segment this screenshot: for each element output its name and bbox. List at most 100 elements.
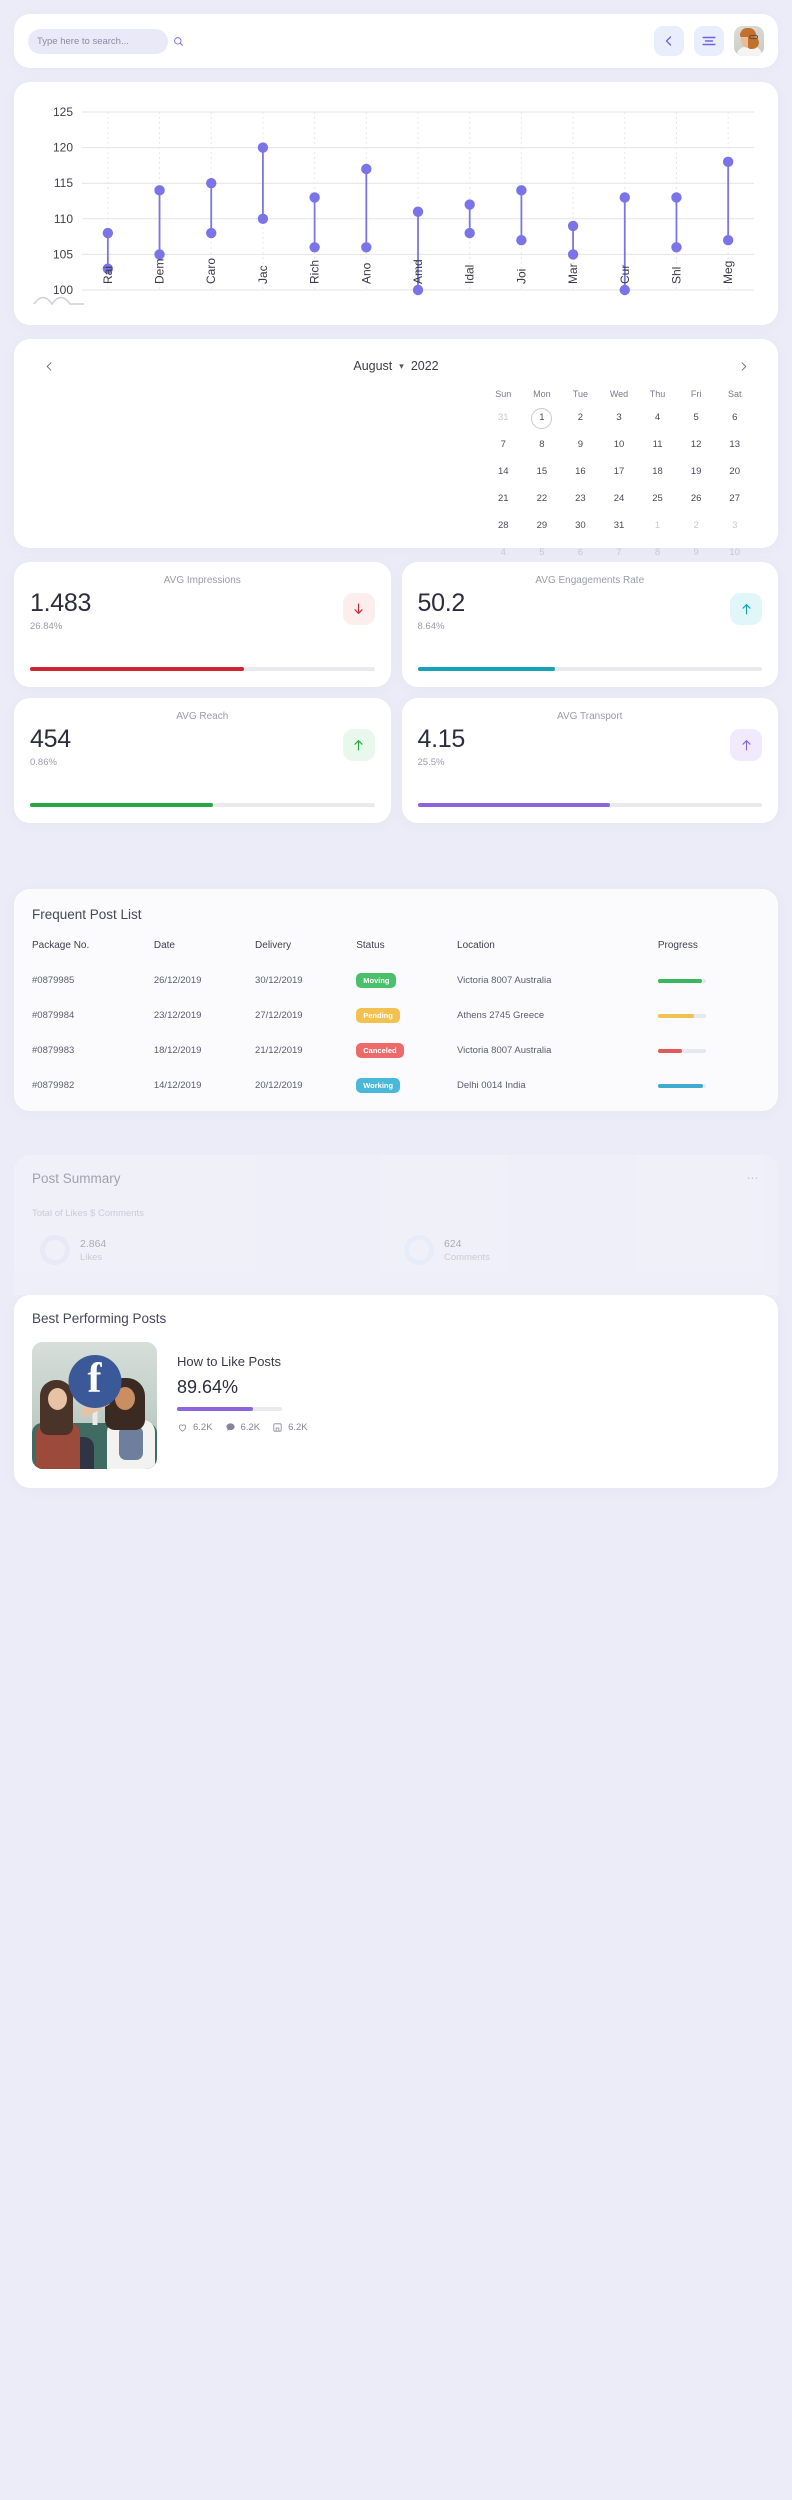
menu-button[interactable]: [694, 26, 724, 56]
stat-title: AVG Reach: [176, 711, 229, 722]
stat-trend-badge[interactable]: [730, 593, 762, 625]
calendar-prev-button[interactable]: [40, 357, 58, 375]
calendar-day[interactable]: 31: [600, 514, 639, 538]
calendar-day[interactable]: 3: [715, 514, 754, 538]
back-button[interactable]: [654, 26, 684, 56]
calendar-day[interactable]: 19: [677, 460, 716, 484]
calendar-day[interactable]: 10: [600, 433, 639, 457]
data-point-low[interactable]: [671, 242, 682, 253]
calendar-day-number: 22: [536, 493, 548, 504]
data-point-high[interactable]: [102, 227, 114, 239]
data-point-high[interactable]: [154, 185, 165, 196]
avatar[interactable]: [734, 26, 764, 56]
table-row[interactable]: #0879983 18/12/2019 21/12/2019 Canceled Vict…: [32, 1033, 760, 1068]
stat-cards-grid: AVG Impressions 1.483 26.84% AVG Engagement…: [14, 562, 778, 823]
calendar-day[interactable]: 1: [638, 514, 677, 538]
calendar-year[interactable]: 2022: [411, 359, 439, 373]
cell-package: #0879985: [32, 975, 75, 986]
data-point-low[interactable]: [464, 227, 475, 239]
calendar-day-number: 26: [690, 493, 702, 504]
data-point-high[interactable]: [361, 163, 372, 175]
calendar-day[interactable]: 23: [561, 487, 600, 511]
search-input[interactable]: [37, 35, 169, 47]
data-point-high[interactable]: [516, 185, 527, 196]
stat-progress-fill: [30, 803, 213, 807]
calendar-day-number: 1: [531, 407, 553, 429]
calendar-day[interactable]: 3: [600, 406, 639, 430]
more-dots-icon[interactable]: ⋯: [747, 1171, 761, 1185]
stat-value: 4.15: [417, 725, 466, 753]
summary-metric: 2.864 Likes: [32, 1235, 396, 1265]
progress-track: [657, 1048, 706, 1053]
data-point-low[interactable]: [412, 284, 424, 296]
calendar-day[interactable]: 28: [484, 514, 523, 538]
search-box[interactable]: [28, 28, 183, 54]
cell-delivery: 21/12/2019: [255, 1045, 303, 1056]
calendar-day[interactable]: 8: [523, 433, 562, 457]
table-row[interactable]: #0879982 14/12/2019 20/12/2019 Working Delhi…: [32, 1068, 760, 1103]
range-chart: 100 105 110 115 120 125 Rai Dem Caro Jac Rich Ano A…: [33, 105, 754, 306]
data-point-high[interactable]: [619, 192, 630, 203]
table-row[interactable]: #0879984 23/12/2019 27/12/2019 Pending Athen…: [32, 998, 760, 1033]
stat-card: AVG Transport 4.15 25.5%: [401, 698, 778, 823]
calendar-day[interactable]: 6: [715, 406, 754, 430]
calendar-day[interactable]: 24: [600, 487, 639, 511]
calendar-day[interactable]: 21: [484, 487, 523, 511]
data-point-high[interactable]: [206, 178, 217, 189]
calendar-day[interactable]: 29: [523, 514, 562, 538]
calendar-day[interactable]: 20: [715, 460, 754, 484]
calendar-day[interactable]: 31: [484, 406, 523, 430]
data-point-high[interactable]: [567, 220, 579, 232]
post-summary-metrics: 2.864 Likes 624 Comments: [32, 1235, 760, 1265]
cell-location: Athens 2745 Greece: [457, 1010, 545, 1021]
calendar-day[interactable]: 2: [561, 406, 600, 430]
y-tick-label: 125: [53, 105, 73, 119]
calendar-day[interactable]: 7: [484, 433, 523, 457]
calendar-day[interactable]: 18: [638, 460, 677, 484]
calendar-day[interactable]: 22: [523, 487, 562, 511]
calendar-day[interactable]: 14: [484, 460, 523, 484]
calendar-day[interactable]: 15: [523, 460, 562, 484]
post-thumbnail[interactable]: f: [32, 1342, 157, 1469]
data-point-low[interactable]: [516, 234, 527, 246]
data-point-low[interactable]: [206, 227, 217, 239]
calendar-day[interactable]: 4: [638, 406, 677, 430]
calendar-day[interactable]: 12: [677, 433, 716, 457]
cell-delivery: 30/12/2019: [255, 975, 303, 986]
calendar-day[interactable]: 2: [677, 514, 716, 538]
calendar-day[interactable]: 16: [561, 460, 600, 484]
data-point-high[interactable]: [309, 192, 320, 203]
calendar-day-number: 6: [732, 412, 738, 423]
data-point-low[interactable]: [722, 234, 734, 246]
calendar-day[interactable]: 13: [715, 433, 754, 457]
calendar-day[interactable]: 5: [677, 406, 716, 430]
data-point-low[interactable]: [257, 213, 269, 224]
data-point-low[interactable]: [154, 249, 165, 260]
calendar-day[interactable]: 27: [715, 487, 754, 511]
data-point-low[interactable]: [619, 284, 630, 296]
x-tick-label: Rich: [308, 260, 322, 284]
stat-value: 1.483: [30, 589, 92, 617]
data-point-low[interactable]: [309, 242, 320, 253]
data-point-high[interactable]: [464, 199, 475, 210]
data-point-low[interactable]: [567, 249, 579, 260]
data-point-high[interactable]: [412, 206, 424, 217]
calendar-day[interactable]: 9: [561, 433, 600, 457]
stat-trend-badge[interactable]: [342, 593, 375, 625]
table-row[interactable]: #0879985 26/12/2019 30/12/2019 Moving Victor…: [32, 963, 760, 998]
calendar-day[interactable]: 17: [600, 460, 639, 484]
calendar-day[interactable]: 26: [677, 487, 716, 511]
calendar-day[interactable]: 30: [561, 514, 600, 538]
calendar-month-select[interactable]: August: [353, 359, 392, 373]
stat-trend-badge[interactable]: [730, 729, 762, 761]
data-point-high[interactable]: [722, 156, 734, 168]
calendar-day-selected[interactable]: 1: [523, 406, 562, 430]
data-point-high[interactable]: [257, 142, 269, 153]
calendar-day[interactable]: 11: [638, 433, 677, 457]
stat-trend-badge[interactable]: [342, 729, 375, 761]
calendar-day[interactable]: 25: [638, 487, 677, 511]
data-point-low[interactable]: [361, 242, 372, 253]
chevron-down-icon[interactable]: ▾: [399, 361, 404, 372]
calendar-next-button[interactable]: [734, 357, 752, 375]
data-point-high[interactable]: [671, 192, 682, 203]
